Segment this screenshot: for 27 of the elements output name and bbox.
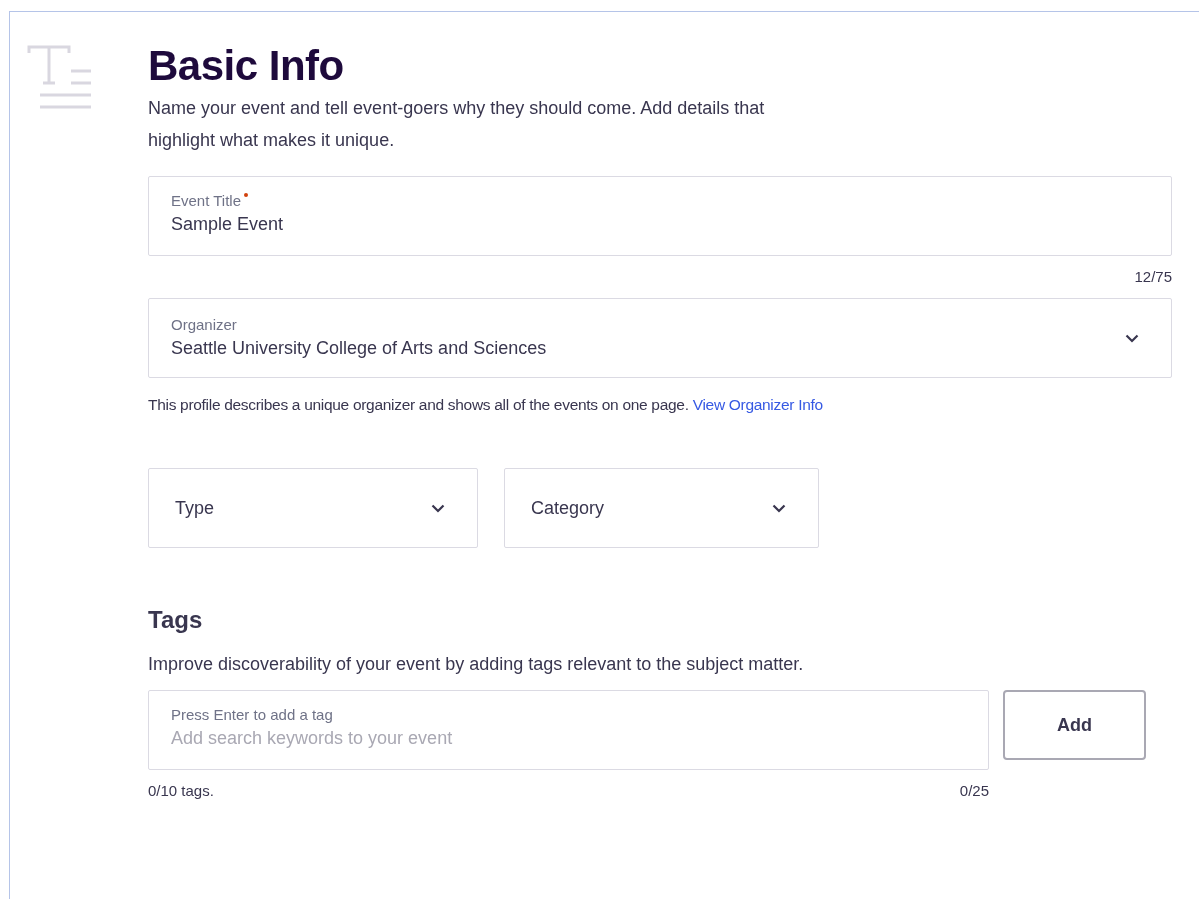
organizer-value: Seattle University College of Arts and Sciences [171,337,547,360]
chevron-down-icon [1125,333,1139,343]
field-label: Press Enter to add a tag [171,705,333,725]
add-button[interactable]: Add [1003,690,1146,760]
organizer-info-link[interactable]: View Organizer Info [692,396,823,413]
select-dropdown[interactable]: Category [504,468,819,548]
chevron-down-icon [431,503,445,513]
event-title-field[interactable]: Event Title Sample Event [148,176,1172,256]
field-label: Organizer [171,315,237,335]
tags-description: Improve discoverability of your event by adding tags relevant to the subject matter. [148,653,805,676]
help-text: This profile describes a unique organizer and shows all of the events on one page. View Organizer Info [148,395,824,415]
select-placeholder: Type [175,497,215,520]
select-placeholder: Category [531,497,605,520]
chevron-down-icon [772,503,786,513]
field-label: Event Title [171,191,242,211]
section-title: Basic Info [148,42,345,90]
text-icon [27,45,93,109]
title-input[interactable]: Sample Event [171,211,1149,237]
character-counter: 0/25 [959,781,989,801]
organizer-dropdown[interactable]: Organizer Seattle University College of Arts and Sciences [148,298,1172,378]
tags-heading: Tags [148,605,204,635]
character-counter: 12/75 [1134,267,1172,287]
select-dropdown[interactable]: Type [148,468,478,548]
section-description: Name your event and tell event-goers why they should come. Add details that highlight what makes it unique. [148,97,766,152]
tag-counter: 0/10 tags. [148,781,214,801]
tag-input[interactable]: Add search keywords to your event [171,725,966,751]
tag-input-field[interactable]: Press Enter to add a tag Add search keywords to your event [148,690,989,770]
